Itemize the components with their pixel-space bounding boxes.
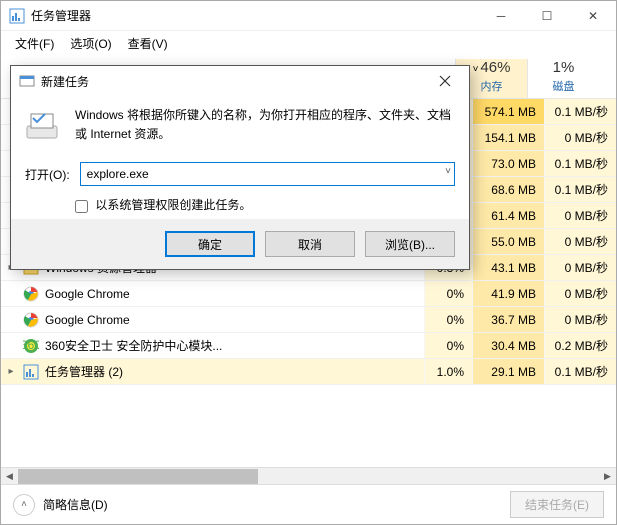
open-label: 打开(O): (25, 166, 70, 183)
memory-cell: 68.6 MB (472, 177, 544, 202)
memory-cell: 29.1 MB (472, 359, 544, 384)
cpu-cell: 1.0% (424, 359, 472, 384)
cpu-cell: 0% (424, 281, 472, 306)
scroll-right-icon[interactable]: ▶ (599, 468, 616, 484)
scrollbar-thumb[interactable] (18, 469, 258, 484)
memory-cell: 36.7 MB (472, 307, 544, 332)
menu-file[interactable]: 文件(F) (9, 33, 60, 54)
memory-cell: 574.1 MB (472, 99, 544, 124)
col-disk[interactable]: 1% 磁盘 (527, 59, 599, 98)
sort-arrow-icon: ˅ (473, 64, 479, 75)
memory-cell: 55.0 MB (472, 229, 544, 254)
chevron-up-icon[interactable]: ˄ (13, 494, 35, 516)
open-input[interactable] (80, 162, 455, 186)
disk-cell: 0 MB/秒 (544, 307, 616, 332)
horizontal-scrollbar[interactable]: ◀ ▶ (1, 467, 616, 484)
table-row[interactable]: 360 360安全卫士 安全防护中心模块... 0%30.4 MB0.2 MB/秒 (1, 333, 616, 359)
menubar: 文件(F) 选项(O) 查看(V) (1, 31, 616, 55)
run-dialog: 新建任务 Windows 将根据你所键入的名称，为你打开相应的程序、文件夹、文档… (10, 65, 470, 270)
process-icon (23, 364, 39, 380)
table-row[interactable]: Google Chrome 0%41.9 MB0 MB/秒 (1, 281, 616, 307)
process-name: Google Chrome (45, 287, 130, 301)
maximize-button[interactable]: ☐ (524, 1, 570, 31)
process-icon (23, 286, 39, 302)
disk-cell: 0 MB/秒 (544, 229, 616, 254)
memory-cell: 43.1 MB (472, 255, 544, 280)
disk-cell: 0 MB/秒 (544, 255, 616, 280)
dialog-titlebar[interactable]: 新建任务 (11, 66, 469, 96)
memory-cell: 154.1 MB (472, 125, 544, 150)
memory-cell: 73.0 MB (472, 151, 544, 176)
browse-button[interactable]: 浏览(B)... (365, 231, 455, 257)
dialog-message: Windows 将根据你所键入的名称，为你打开相应的程序、文件夹、文档或 Int… (75, 106, 455, 144)
memory-cell: 41.9 MB (472, 281, 544, 306)
titlebar[interactable]: 任务管理器 ─ ☐ ✕ (1, 1, 616, 31)
process-name: Google Chrome (45, 313, 130, 327)
memory-cell: 30.4 MB (472, 333, 544, 358)
table-row[interactable]: Google Chrome 0%36.7 MB0 MB/秒 (1, 307, 616, 333)
window-title: 任务管理器 (31, 7, 478, 24)
admin-checkbox[interactable] (75, 200, 88, 213)
menu-view[interactable]: 查看(V) (122, 33, 174, 54)
memory-cell: 61.4 MB (472, 203, 544, 228)
minimize-button[interactable]: ─ (478, 1, 524, 31)
disk-cell: 0.1 MB/秒 (544, 359, 616, 384)
process-icon: 360 (23, 338, 39, 354)
dropdown-arrow-icon[interactable]: ˅ (445, 166, 451, 177)
cpu-cell: 0% (424, 333, 472, 358)
disk-cell: 0.1 MB/秒 (544, 177, 616, 202)
admin-checkbox-label[interactable]: 以系统管理权限创建此任务。 (75, 198, 251, 212)
app-icon (9, 8, 25, 24)
disk-cell: 0 MB/秒 (544, 203, 616, 228)
disk-cell: 0.2 MB/秒 (544, 333, 616, 358)
dialog-close-button[interactable] (429, 69, 461, 93)
cpu-cell: 0% (424, 307, 472, 332)
disk-cell: 0 MB/秒 (544, 281, 616, 306)
end-task-button[interactable]: 结束任务(E) (510, 491, 604, 518)
cancel-button[interactable]: 取消 (265, 231, 355, 257)
run-icon (25, 106, 61, 142)
brief-info-link[interactable]: 简略信息(D) (43, 496, 108, 513)
table-row[interactable]: ▸ 任务管理器 (2) 1.0%29.1 MB0.1 MB/秒 (1, 359, 616, 385)
process-icon (23, 312, 39, 328)
ok-button[interactable]: 确定 (165, 231, 255, 257)
process-name: 任务管理器 (2) (45, 363, 123, 380)
disk-cell: 0.1 MB/秒 (544, 99, 616, 124)
process-name: 360安全卫士 安全防护中心模块... (45, 337, 222, 354)
scroll-left-icon[interactable]: ◀ (1, 468, 18, 484)
close-button[interactable]: ✕ (570, 1, 616, 31)
menu-options[interactable]: 选项(O) (64, 33, 117, 54)
dialog-icon (19, 73, 35, 89)
disk-cell: 0.1 MB/秒 (544, 151, 616, 176)
footer: ˄ 简略信息(D) 结束任务(E) (1, 484, 616, 524)
disk-cell: 0 MB/秒 (544, 125, 616, 150)
svg-text:360: 360 (23, 338, 39, 352)
dialog-title: 新建任务 (41, 73, 429, 90)
expand-icon[interactable]: ▸ (5, 366, 17, 377)
